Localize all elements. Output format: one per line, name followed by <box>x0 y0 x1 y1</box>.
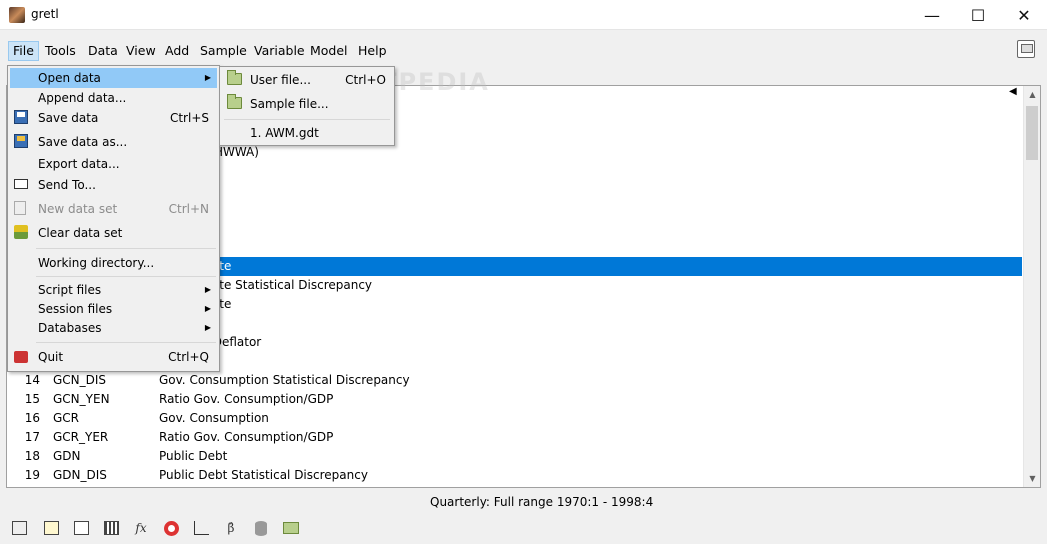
status-bar: Quarterly: Full range 1970:1 - 1998:4 <box>0 492 1047 512</box>
table-row[interactable]: 17 GCR_YER Ratio Gov. Consumption/GDP <box>7 428 1022 447</box>
window-title: gretl <box>31 7 59 21</box>
menu-save-data-as[interactable]: Save data as... <box>10 132 217 152</box>
table-row[interactable]: 18 GDN Public Debt <box>7 447 1022 466</box>
var-id: 17 <box>24 430 40 444</box>
var-name: GDN <box>53 449 81 463</box>
var-name: GCR_YER <box>53 430 109 444</box>
var-description: Gov. Consumption Statistical Discrepancy <box>159 373 410 387</box>
folder-icon <box>227 70 242 85</box>
menu-bar: File Tools Data View Add Sample Variable… <box>0 38 1047 62</box>
table-row[interactable]: 16 GCR Gov. Consumption <box>7 409 1022 428</box>
table-row[interactable]: 15 GCN_YEN Ratio Gov. Consumption/GDP <box>7 390 1022 409</box>
status-text: Quarterly: Full range 1970:1 - 1998:4 <box>430 495 654 509</box>
beta-icon[interactable]: β̂ <box>222 519 240 537</box>
menu-help[interactable]: Help <box>354 41 391 61</box>
var-description: Ratio Gov. Consumption/GDP <box>159 392 334 406</box>
submenu-recent-awm[interactable]: 1. AWM.gdt <box>222 122 392 144</box>
menu-new-data-set[interactable]: New data set Ctrl+N <box>10 199 217 219</box>
var-id: 16 <box>24 411 40 425</box>
plot-icon[interactable] <box>192 519 210 537</box>
minimize-button[interactable]: — <box>909 0 955 30</box>
menu-model[interactable]: Model <box>306 41 352 61</box>
save-icon <box>14 110 30 126</box>
menu-session-files[interactable]: Session files ▶ <box>10 299 217 319</box>
submenu-sample-file[interactable]: Sample file... <box>222 93 392 115</box>
menu-variable[interactable]: Variable <box>250 41 309 61</box>
terminal-icon[interactable] <box>72 519 90 537</box>
menu-view[interactable]: View <box>122 41 160 61</box>
save-as-icon <box>14 134 30 150</box>
scroll-up-arrow-icon[interactable]: ▲ <box>1024 86 1040 103</box>
menu-script-files[interactable]: Script files ▶ <box>10 280 217 300</box>
menu-quit[interactable]: Quit Ctrl+Q <box>10 347 217 367</box>
grid-icon[interactable] <box>102 519 120 537</box>
file-menu-dropdown: Open data ▶ Append data... Save data Ctrl+… <box>7 65 220 372</box>
bottom-toolbar: fx β̂ <box>0 514 1047 542</box>
gretl-app-icon <box>9 7 25 23</box>
close-button[interactable]: ✕ <box>1001 0 1047 30</box>
menu-file[interactable]: File <box>8 41 39 61</box>
menu-sample[interactable]: Sample <box>196 41 251 61</box>
var-id: 18 <box>24 449 40 463</box>
var-id: 19 <box>24 468 40 482</box>
calculator-icon[interactable] <box>10 519 28 537</box>
quit-icon <box>14 349 30 365</box>
menu-clear-data-set[interactable]: Clear data set <box>10 223 217 243</box>
folder-icon <box>227 94 242 109</box>
database-icon[interactable] <box>252 519 270 537</box>
menu-send-to[interactable]: Send To... <box>10 175 217 195</box>
menu-data[interactable]: Data <box>84 41 122 61</box>
menu-save-data[interactable]: Save data Ctrl+S <box>10 108 217 128</box>
scroll-thumb[interactable] <box>1026 106 1038 160</box>
var-id: 14 <box>24 373 40 387</box>
help-lifebuoy-icon[interactable] <box>162 519 180 537</box>
title-bar: gretl — ☐ ✕ <box>0 0 1047 30</box>
clear-icon <box>14 225 30 241</box>
column-arrow-left-icon[interactable]: ◀ <box>1009 86 1017 97</box>
var-description: Public Debt <box>159 449 228 463</box>
edit-icon[interactable] <box>42 519 60 537</box>
window-layout-icon[interactable] <box>1017 40 1035 58</box>
vertical-scrollbar[interactable]: ▲ ▼ <box>1023 86 1040 487</box>
folder-icon[interactable] <box>282 519 300 537</box>
var-name: GCN_YEN <box>53 392 110 406</box>
function-icon[interactable]: fx <box>132 519 150 537</box>
table-row[interactable]: 19 GDN_DIS Public Debt Statistical Discrep… <box>7 466 1022 485</box>
var-description: Gov. Consumption <box>159 411 269 425</box>
menu-export-data[interactable]: Export data... <box>10 154 217 174</box>
open-data-submenu: User file... Ctrl+O Sample file... 1. AWM… <box>219 66 395 146</box>
var-description: Ratio Gov. Consumption/GDP <box>159 430 334 444</box>
menu-append-data[interactable]: Append data... <box>10 88 217 108</box>
var-id: 15 <box>24 392 40 406</box>
scroll-down-arrow-icon[interactable]: ▼ <box>1024 470 1040 487</box>
table-row[interactable]: 14 GCN_DIS Gov. Consumption Statistical Di… <box>7 371 1022 390</box>
var-name: GCN_DIS <box>53 373 107 387</box>
var-name: GDN_DIS <box>53 468 107 482</box>
menu-tools[interactable]: Tools <box>41 41 80 61</box>
maximize-button[interactable]: ☐ <box>955 0 1001 30</box>
envelope-icon <box>14 177 30 193</box>
var-description: Public Debt Statistical Discrepancy <box>159 468 368 482</box>
menu-open-data[interactable]: Open data ▶ <box>10 68 217 88</box>
menu-databases[interactable]: Databases ▶ <box>10 318 217 338</box>
menu-working-directory[interactable]: Working directory... <box>10 253 217 273</box>
submenu-user-file[interactable]: User file... Ctrl+O <box>222 69 392 91</box>
new-icon <box>14 201 30 217</box>
menu-add[interactable]: Add <box>161 41 193 61</box>
var-name: GCR <box>53 411 80 425</box>
